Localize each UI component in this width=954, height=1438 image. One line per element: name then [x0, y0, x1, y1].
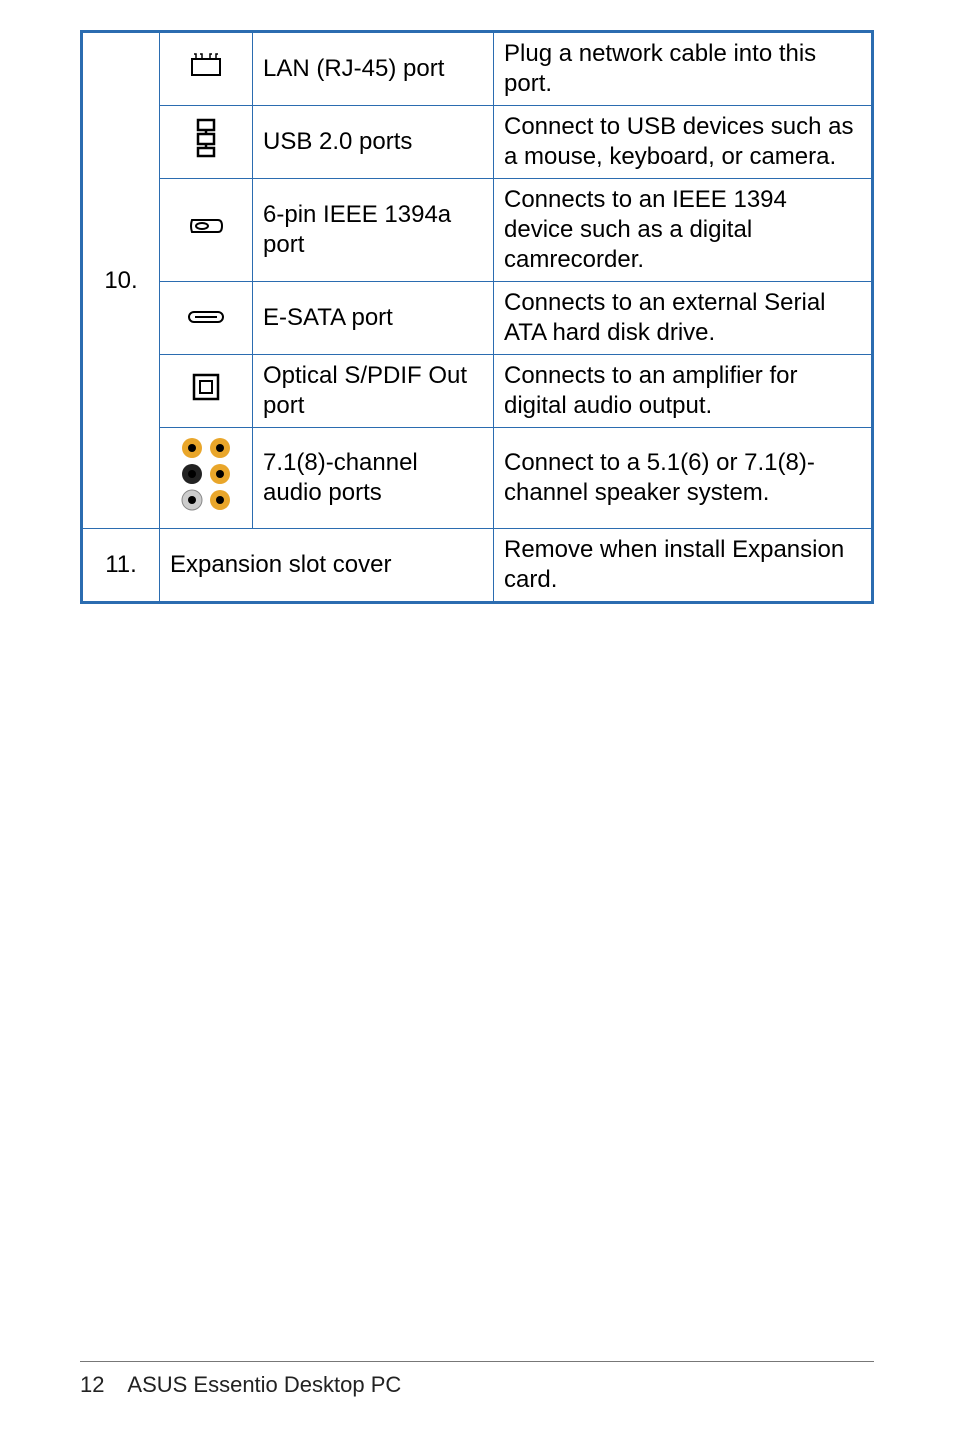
ieee1394-icon	[188, 214, 224, 246]
table-row: 10. LAN (RJ-45) port Plug a network cabl…	[82, 32, 873, 106]
icon-cell	[160, 428, 253, 529]
row-number-11: 11.	[82, 529, 160, 603]
row-number-10: 10.	[82, 32, 160, 529]
table-row: E-SATA port Connects to an external Seri…	[82, 282, 873, 355]
port-description: Connect to USB devices such as a mouse, …	[494, 106, 873, 179]
icon-cell	[160, 32, 253, 106]
icon-cell	[160, 282, 253, 355]
icon-cell	[160, 179, 253, 282]
port-description: Remove when install Expansion card.	[494, 529, 873, 603]
esata-icon	[187, 303, 225, 333]
port-description: Connects to an amplifier for digital aud…	[494, 355, 873, 428]
page: 10. LAN (RJ-45) port Plug a network cabl…	[0, 0, 954, 1438]
port-label: 7.1(8)-channel audio ports	[253, 428, 494, 529]
table-row: 6-pin IEEE 1394a port Connects to an IEE…	[82, 179, 873, 282]
table-row: Optical S/PDIF Out port Connects to an a…	[82, 355, 873, 428]
table-row: 7.1(8)-channel audio ports Connect to a …	[82, 428, 873, 529]
io-ports-table: 10. LAN (RJ-45) port Plug a network cabl…	[80, 30, 874, 604]
table-row: 11. Expansion slot cover Remove when ins…	[82, 529, 873, 603]
port-description: Connects to an IEEE 1394 device such as …	[494, 179, 873, 282]
product-name: ASUS Essentio Desktop PC	[127, 1372, 401, 1397]
page-number: 12	[80, 1372, 104, 1398]
port-description: Connect to a 5.1(6) or 7.1(8)-channel sp…	[494, 428, 873, 529]
port-label: 6-pin IEEE 1394a port	[253, 179, 494, 282]
usb-chain-icon	[190, 118, 222, 166]
rj45-icon	[188, 51, 224, 87]
icon-cell	[160, 355, 253, 428]
icon-cell	[160, 106, 253, 179]
page-footer: 12 ASUS Essentio Desktop PC	[80, 1361, 874, 1398]
table-row: USB 2.0 ports Connect to USB devices suc…	[82, 106, 873, 179]
port-label: LAN (RJ-45) port	[253, 32, 494, 106]
port-description: Plug a network cable into this port.	[494, 32, 873, 106]
optical-spdif-icon	[191, 372, 221, 410]
port-description: Connects to an external Serial ATA hard …	[494, 282, 873, 355]
port-label: E-SATA port	[253, 282, 494, 355]
port-label: Expansion slot cover	[160, 529, 494, 603]
port-label: USB 2.0 ports	[253, 106, 494, 179]
port-label: Optical S/PDIF Out port	[253, 355, 494, 428]
audio-jacks-icon	[178, 434, 234, 522]
